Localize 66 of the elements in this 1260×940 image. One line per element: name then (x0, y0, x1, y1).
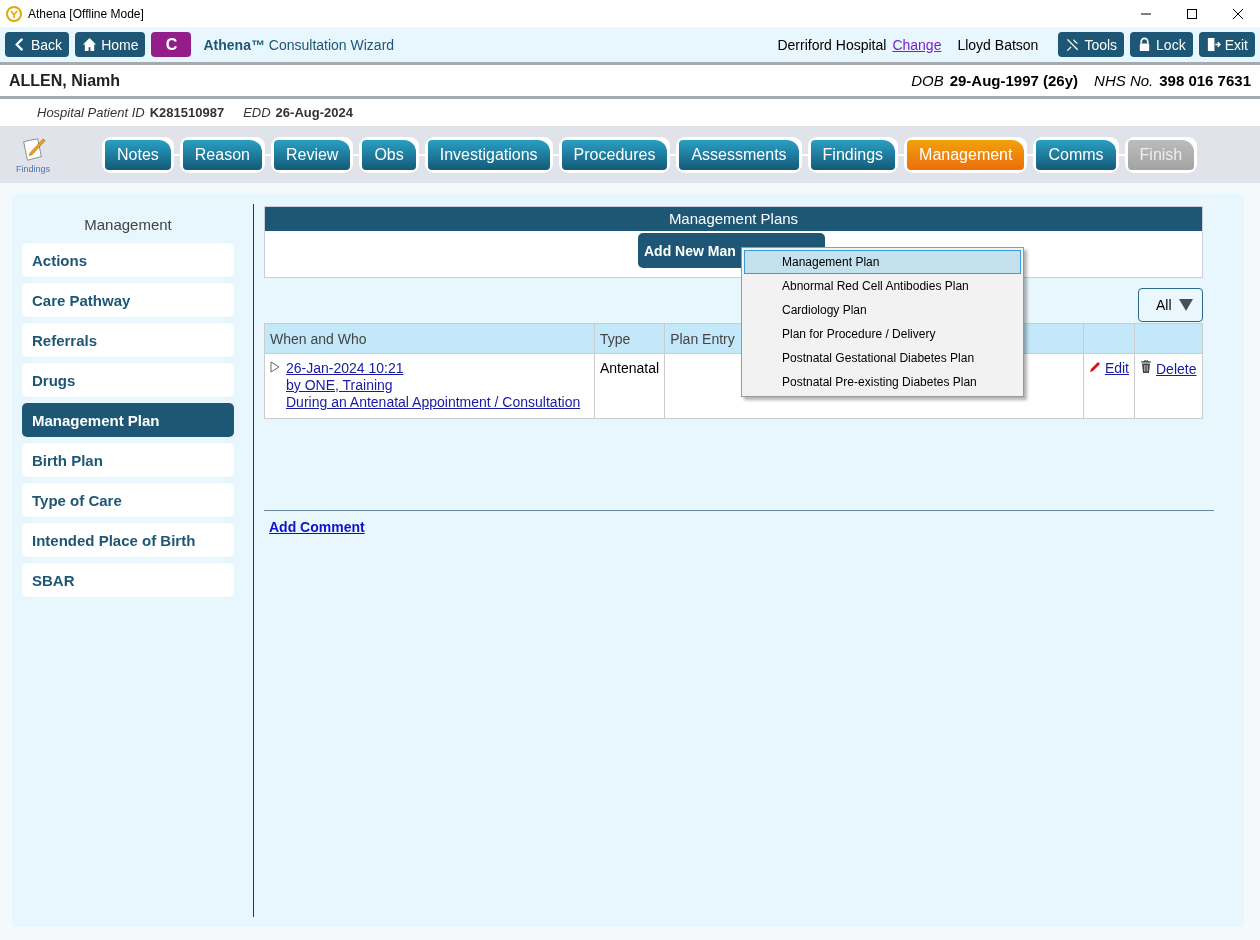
wizard-step-tab[interactable]: Reason (182, 139, 262, 170)
sidebar-item[interactable]: Drugs (22, 363, 234, 397)
delete-link[interactable]: Delete (1156, 361, 1197, 377)
menu-item[interactable]: Management Plan (744, 250, 1021, 274)
wizard-step-tab[interactable]: Assessments (679, 139, 799, 170)
menu-item[interactable]: Abnormal Red Cell Antibodies Plan (744, 274, 1021, 298)
home-button[interactable]: Home (75, 32, 146, 57)
location-text: Derriford Hospital (777, 36, 887, 53)
hospital-id-label: Hospital Patient ID (37, 105, 145, 120)
edit-link[interactable]: Edit (1104, 360, 1129, 376)
column-header: When and Who (264, 323, 595, 354)
wizard-step-tab[interactable]: Review (273, 139, 351, 170)
sidebar-item[interactable]: Actions (22, 243, 234, 277)
window-title: Athena [Offline Mode] (28, 6, 144, 21)
wizard-step-tab[interactable]: Findings (810, 139, 896, 170)
menu-item[interactable]: Plan for Procedure / Delivery (744, 322, 1021, 346)
wizard-step-tab[interactable]: Investigations (427, 139, 550, 170)
wizard-step-tab[interactable]: Obs (362, 139, 416, 170)
column-header: Type (594, 323, 665, 354)
nhs-label: NHS No. (1094, 72, 1154, 89)
dob-label: DOB (911, 72, 944, 89)
add-comment-link[interactable]: Add Comment (269, 519, 365, 535)
author-link[interactable]: by ONE, Training (286, 377, 581, 393)
table-cell: Antenatal (594, 353, 665, 419)
sidebar-item[interactable]: Type of Care (22, 483, 234, 517)
exit-button[interactable]: Exit (1198, 32, 1255, 57)
nhs-value: 398 016 7631 (1159, 72, 1251, 89)
app-title: Athena™ Consultation Wizard (203, 36, 395, 53)
close-icon (1232, 7, 1244, 20)
patient-name: ALLEN, Niamh (9, 71, 121, 90)
tools-button[interactable]: Tools (1058, 32, 1125, 57)
date-link[interactable]: 26-Jan-2024 10:21 (286, 360, 581, 376)
hospital-id-value: K281510987 (149, 105, 225, 120)
lock-button[interactable]: Lock (1130, 32, 1193, 57)
change-link[interactable]: Change (892, 36, 942, 53)
user-name: Lloyd Batson (957, 36, 1039, 53)
app-logo-icon (6, 5, 22, 22)
sidebar-item[interactable]: Referrals (22, 323, 234, 357)
back-button[interactable]: Back (5, 32, 70, 57)
sidebar-title: Management (83, 216, 173, 233)
home-icon (82, 37, 98, 52)
edd-value: 26-Aug-2024 (275, 105, 353, 120)
sidebar-item[interactable]: Management Plan (22, 403, 234, 437)
maximize-icon (1186, 7, 1198, 20)
pencil-icon (1088, 361, 1101, 373)
wizard-step-tab[interactable]: Comms (1036, 139, 1116, 170)
dob-value: 29-Aug-1997 (26y) (949, 72, 1079, 89)
expand-triangle-icon (270, 361, 280, 373)
sidebar-item[interactable]: Care Pathway (22, 283, 234, 317)
plans-header: Management Plans (265, 207, 1202, 231)
caret-icon (1179, 299, 1193, 311)
mode-button[interactable]: C (151, 32, 192, 57)
trash-icon (1140, 360, 1152, 374)
wizard-step-tab[interactable]: Procedures (561, 139, 668, 170)
context-link[interactable]: During an Antenatal Appointment / Consultation (286, 394, 581, 410)
sidebar-item[interactable]: Intended Place of Birth (22, 523, 234, 557)
sidebar-item[interactable]: SBAR (22, 563, 234, 597)
tools-icon (1065, 37, 1081, 52)
menu-item[interactable]: Postnatal Pre-existing Diabetes Plan (744, 370, 1021, 394)
sidebar-item[interactable]: Birth Plan (22, 443, 234, 477)
exit-icon (1205, 37, 1221, 52)
menu-item[interactable]: Cardiology Plan (744, 298, 1021, 322)
filter-dropdown[interactable]: All (1138, 288, 1203, 322)
wizard-step-tab[interactable]: Notes (105, 139, 171, 170)
findings-label: Findings (16, 163, 50, 174)
edd-label: EDD (243, 105, 271, 120)
